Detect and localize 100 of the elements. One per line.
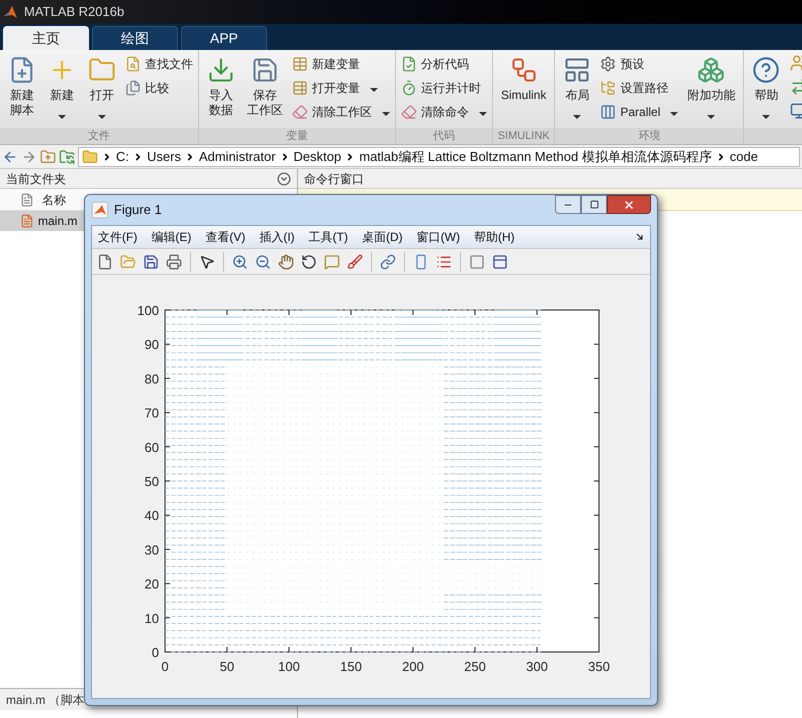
caret-icon	[382, 112, 390, 116]
matlab-logo-icon	[4, 4, 18, 20]
zoom-out-tool[interactable]	[254, 252, 272, 270]
caret-icon	[762, 115, 770, 119]
ribbon-button[interactable]: 新建变量	[292, 54, 390, 74]
path-crumb[interactable]: Administrator	[198, 146, 276, 166]
menu-item[interactable]: 文件(F)	[98, 228, 138, 246]
menu-item[interactable]: 桌面(D)	[362, 228, 403, 246]
close-button[interactable]	[607, 195, 651, 214]
column-title: 名称	[42, 192, 66, 208]
tick-label: 100	[278, 659, 300, 674]
tick-label: 200	[402, 659, 424, 674]
menu-item[interactable]: 编辑(E)	[151, 228, 192, 246]
ribbon-button[interactable]: 帮助	[746, 50, 786, 128]
ribbon-button[interactable]: 打开变量	[292, 78, 390, 98]
ribbon-button[interactable]: Simulink	[495, 50, 552, 128]
save-tool[interactable]	[142, 252, 160, 270]
up-folder-button[interactable]	[40, 148, 56, 164]
tick-label: 250	[464, 659, 486, 674]
ribbon-tab[interactable]: 绘图	[92, 26, 178, 50]
printer-tool[interactable]	[165, 252, 183, 270]
panel-title: 命令行窗口	[304, 170, 364, 188]
column-header[interactable]: 名称	[0, 189, 84, 211]
tick-label: 150	[340, 659, 362, 674]
path-field[interactable]: C: Users Administrator Desktop matlab编程 Lattice Boltzmann Method 模拟单相流体源码程序 code	[78, 146, 800, 166]
file-row[interactable]: main.m	[0, 211, 84, 231]
back-button[interactable]	[2, 148, 18, 164]
path-crumb[interactable]: code	[730, 146, 758, 166]
ribbon-icon	[207, 56, 235, 84]
ribbon-icon	[600, 56, 616, 72]
browse-folder-button[interactable]	[59, 148, 75, 164]
ribbon-button[interactable]: 新建	[42, 50, 82, 128]
zoom-in-tool[interactable]	[231, 252, 249, 270]
tick-label: 10	[144, 610, 159, 626]
menu-item[interactable]: 窗口(W)	[416, 228, 460, 246]
path-crumb[interactable]: matlab编程 Lattice Boltzmann Method 模拟单相流体源码程序	[359, 146, 712, 166]
ribbon-button[interactable]: 预设	[600, 54, 678, 74]
dock-arrow-icon	[636, 233, 644, 241]
ribbon-icon	[125, 80, 141, 96]
ribbon-button[interactable]: Parallel	[600, 102, 678, 122]
file-name: main.m	[38, 213, 78, 230]
ribbon-icon	[510, 56, 538, 84]
tick-label: 30	[144, 542, 159, 558]
ribbon-button[interactable]: 布局	[557, 50, 598, 128]
caret-icon	[573, 115, 582, 119]
path-crumb[interactable]: Desktop	[294, 146, 342, 166]
ribbon-button[interactable]: 保存 工作区	[241, 50, 289, 128]
maximize-button[interactable]	[581, 195, 607, 214]
ribbon-icon	[697, 56, 726, 84]
ribbon-button[interactable]: 运行并计时	[401, 78, 487, 98]
tick-label: 300	[526, 659, 548, 674]
menu-item[interactable]: 查看(V)	[205, 228, 246, 246]
menu-item[interactable]: 插入(I)	[259, 228, 295, 246]
caret-icon	[670, 112, 678, 116]
rotate-tool[interactable]	[300, 252, 318, 270]
forward-button[interactable]	[21, 148, 37, 164]
ribbon-button[interactable]: 附加功能	[681, 50, 742, 128]
ribbon-button[interactable]: 设置路径	[600, 78, 678, 98]
square-tool[interactable]	[468, 252, 486, 270]
link-tool[interactable]	[379, 252, 397, 270]
panel-menu-icon[interactable]	[277, 172, 291, 186]
ribbon-button[interactable]: 打开	[82, 50, 122, 128]
ribbon-button[interactable]: 清除命令	[401, 102, 487, 122]
tick-label: 50	[144, 474, 159, 489]
details-text: main.m （脚本	[6, 692, 85, 708]
ribbon-button[interactable]: 比较	[125, 78, 193, 98]
ribbon-button[interactable]: 查找文件	[125, 54, 193, 74]
path-crumb[interactable]: Users	[147, 146, 181, 166]
tick-label: 80	[144, 371, 159, 386]
ribbon-button[interactable]: 分析代码	[401, 54, 487, 74]
ribbon-icon	[600, 80, 616, 96]
panel-tool[interactable]	[491, 252, 509, 270]
ribbon-icon	[752, 56, 780, 84]
ribbon-tab[interactable]: 主页	[3, 26, 89, 50]
menu-item[interactable]: 帮助(H)	[474, 228, 515, 246]
path-crumb[interactable]: C:	[116, 146, 129, 166]
menu-item[interactable]: 工具(T)	[308, 228, 348, 246]
ribbon-icon	[401, 80, 417, 96]
file-icon	[20, 192, 34, 206]
caret-icon	[707, 115, 716, 119]
tick-label: 90	[144, 337, 159, 352]
brush-tool[interactable]	[346, 252, 364, 270]
ribbon-icon	[292, 104, 308, 120]
ribbon-icon	[563, 56, 592, 84]
ribbon-icon	[401, 56, 417, 72]
ribbon-tab[interactable]: APP	[181, 26, 267, 50]
folder-icon	[82, 148, 98, 164]
caret-icon	[479, 112, 487, 116]
hand-tool[interactable]	[277, 252, 295, 270]
ribbon-button[interactable]: 清除工作区	[292, 102, 390, 122]
ribbon-button[interactable]: 导入 数据	[201, 50, 241, 128]
ribbon-button[interactable]: 新建 脚本	[2, 50, 42, 128]
ribbon-icon	[600, 104, 616, 120]
new-file-tool[interactable]	[96, 252, 114, 270]
note-tool[interactable]	[323, 252, 341, 270]
ribbon-group-label: 代码	[433, 128, 455, 144]
ribbon-icon	[292, 80, 308, 96]
tick-label: 50	[220, 659, 234, 674]
script-file-icon	[20, 214, 34, 228]
tick-label: 60	[144, 440, 159, 455]
